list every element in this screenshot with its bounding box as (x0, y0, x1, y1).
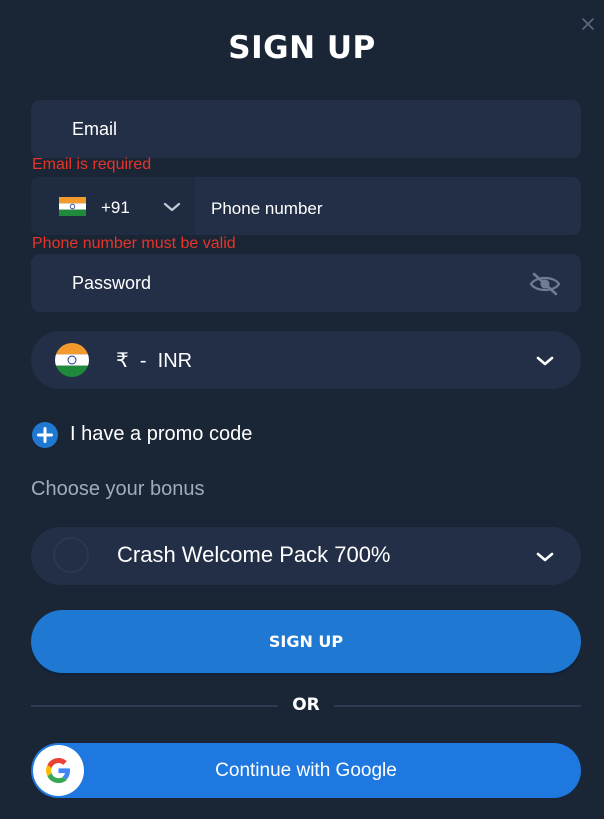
bonus-select[interactable]: Crash Welcome Pack 700% (31, 527, 581, 585)
india-flag-icon (55, 343, 89, 377)
phone-input[interactable]: Phone number (211, 199, 323, 219)
currency-symbol: ₹ (116, 350, 129, 372)
india-flag-icon (59, 197, 86, 216)
google-signin-label: Continue with Google (215, 760, 397, 781)
chevron-down-icon (536, 356, 554, 366)
chevron-down-icon (536, 552, 554, 562)
divider (31, 705, 278, 707)
email-field[interactable]: Email (31, 100, 581, 158)
bonus-heading: Choose your bonus (31, 478, 205, 500)
divider (334, 705, 581, 707)
plus-circle-icon (32, 422, 58, 448)
currency-separator: - (139, 350, 147, 372)
currency-code: INR (157, 350, 193, 372)
page-title: SIGN UP (228, 30, 376, 66)
google-signin-button[interactable]: Continue with Google (31, 743, 581, 798)
chevron-down-icon (163, 202, 181, 212)
phone-field: +91 Phone number (31, 177, 581, 235)
or-divider-text: OR (292, 695, 320, 715)
currency-value: ₹ - INR (116, 348, 192, 373)
phone-error: Phone number must be valid (32, 235, 236, 252)
dial-code: +91 (101, 198, 130, 217)
signup-button[interactable]: SIGN UP (31, 610, 581, 673)
password-field[interactable]: Password (31, 254, 581, 312)
promo-code-label: I have a promo code (70, 423, 253, 445)
country-code-select[interactable]: +91 (31, 177, 195, 235)
email-error: Email is required (32, 156, 152, 173)
bonus-radio (53, 537, 89, 573)
currency-select[interactable]: ₹ - INR (31, 331, 581, 389)
bonus-selected: Crash Welcome Pack 700% (117, 542, 391, 567)
email-placeholder: Email (72, 119, 118, 139)
password-placeholder: Password (72, 273, 152, 293)
eye-off-icon[interactable] (529, 271, 561, 297)
